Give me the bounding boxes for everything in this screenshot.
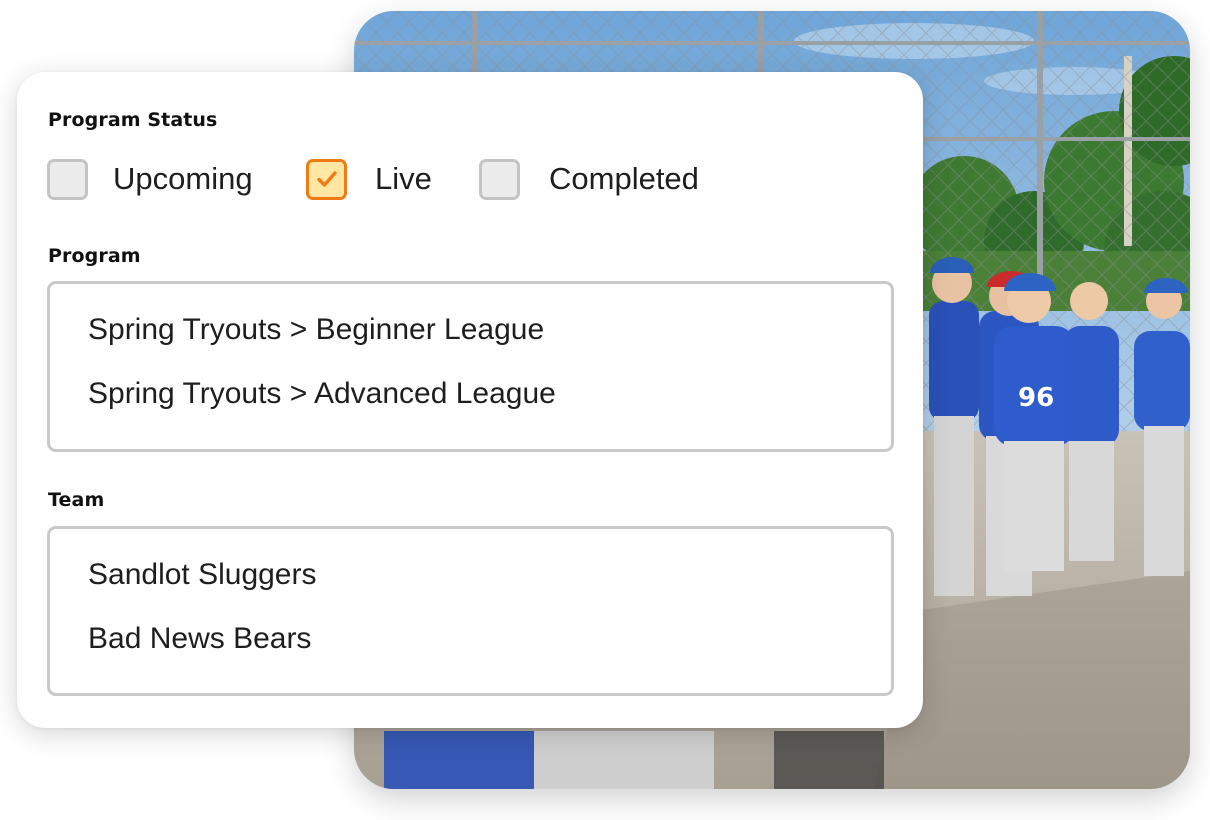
program-list-item[interactable]: Spring Tryouts > Advanced League xyxy=(88,362,891,426)
program-status-options: Upcoming Live Completed xyxy=(47,156,907,202)
live-label: Live xyxy=(375,161,432,196)
program-list-item[interactable]: Spring Tryouts > Beginner League xyxy=(88,298,891,362)
team-listbox[interactable]: Sandlot Sluggers Bad News Bears xyxy=(47,526,894,696)
status-option-live[interactable]: Live xyxy=(306,156,432,202)
completed-label: Completed xyxy=(549,161,699,196)
checkmark-icon xyxy=(316,171,337,187)
filter-panel: Program Status Upcoming Live Completed P… xyxy=(17,72,923,728)
completed-checkbox[interactable] xyxy=(479,158,520,200)
program-label: Program xyxy=(48,245,141,267)
team-list-item[interactable]: Sandlot Sluggers xyxy=(88,543,891,607)
status-option-upcoming[interactable]: Upcoming xyxy=(47,156,253,202)
program-listbox[interactable]: Spring Tryouts > Beginner League Spring … xyxy=(47,281,894,452)
upcoming-label: Upcoming xyxy=(113,161,253,196)
status-option-completed[interactable]: Completed xyxy=(479,156,699,202)
team-list-item[interactable]: Bad News Bears xyxy=(88,607,891,671)
upcoming-checkbox[interactable] xyxy=(47,158,88,200)
program-status-label: Program Status xyxy=(48,109,218,131)
team-label: Team xyxy=(48,489,105,511)
live-checkbox[interactable] xyxy=(306,158,347,200)
svg-text:96: 96 xyxy=(1018,383,1054,413)
